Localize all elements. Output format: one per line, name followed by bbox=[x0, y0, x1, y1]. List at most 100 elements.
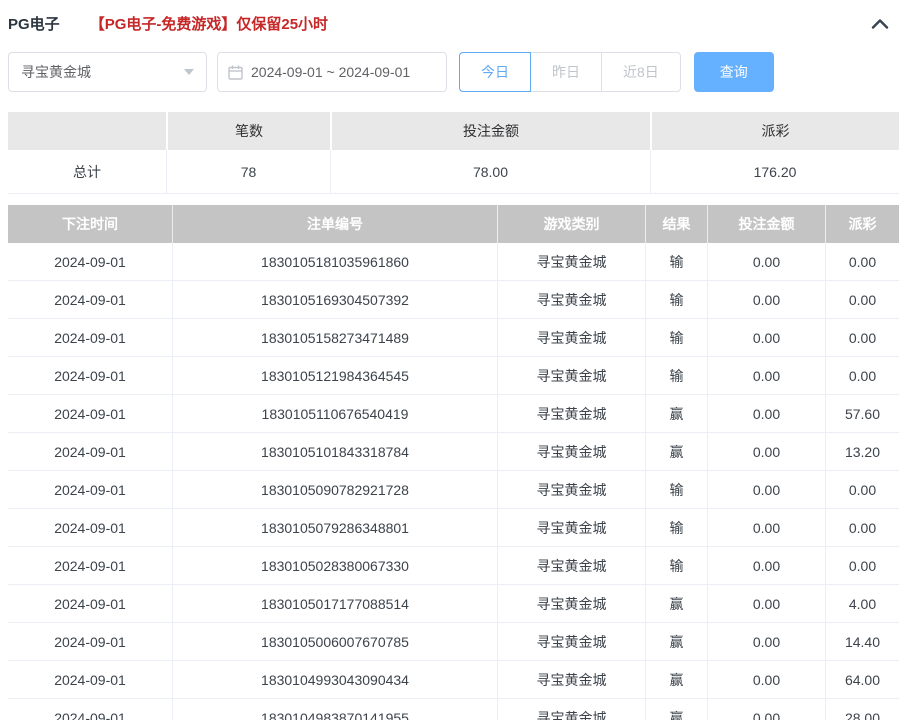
cell-order-id: 1830104993043090434 bbox=[172, 661, 497, 698]
cell-order-id: 1830105028380067330 bbox=[172, 547, 497, 584]
calendar-icon bbox=[228, 65, 243, 80]
cell-payout: 4.00 bbox=[825, 585, 899, 622]
cell-bet-time: 2024-09-01 bbox=[8, 661, 172, 698]
records-header-result: 结果 bbox=[645, 205, 707, 243]
table-row: 2024-09-01 1830105169304507392 寻宝黄金城 输 0… bbox=[8, 281, 899, 319]
cell-bet-time: 2024-09-01 bbox=[8, 509, 172, 546]
cell-order-id: 1830105110676540419 bbox=[172, 395, 497, 432]
table-row: 2024-09-01 1830105090782921728 寻宝黄金城 输 0… bbox=[8, 471, 899, 509]
search-button[interactable]: 查询 bbox=[694, 52, 774, 92]
table-row: 2024-09-01 1830105079286348801 寻宝黄金城 输 0… bbox=[8, 509, 899, 547]
panel-header: PG电子 【PG电子-免费游戏】仅保留25小时 bbox=[8, 12, 899, 34]
cell-game-type: 寻宝黄金城 bbox=[497, 585, 645, 622]
cell-result: 输 bbox=[645, 547, 707, 584]
cell-game-type: 寻宝黄金城 bbox=[497, 623, 645, 660]
cell-payout: 14.40 bbox=[825, 623, 899, 660]
cell-order-id: 1830105181035961860 bbox=[172, 243, 497, 280]
cell-result: 赢 bbox=[645, 585, 707, 622]
summary-header-payout: 派彩 bbox=[650, 112, 899, 150]
cell-payout: 0.00 bbox=[825, 281, 899, 318]
records-header-payout: 派彩 bbox=[825, 205, 899, 243]
table-row: 2024-09-01 1830104993043090434 寻宝黄金城 赢 0… bbox=[8, 661, 899, 699]
cell-payout: 0.00 bbox=[825, 471, 899, 508]
cell-payout: 0.00 bbox=[825, 319, 899, 356]
cell-result: 赢 bbox=[645, 661, 707, 698]
cell-bet-amount: 0.00 bbox=[707, 509, 825, 546]
table-row: 2024-09-01 1830105101843318784 寻宝黄金城 赢 0… bbox=[8, 433, 899, 471]
cell-result: 赢 bbox=[645, 433, 707, 470]
caret-down-icon bbox=[184, 69, 194, 75]
total-payout: 176.20 bbox=[650, 150, 899, 193]
table-row: 2024-09-01 1830105017177088514 寻宝黄金城 赢 0… bbox=[8, 585, 899, 623]
summary-total-row: 总计 78 78.00 176.20 bbox=[8, 150, 899, 194]
summary-header-blank bbox=[8, 112, 166, 150]
cell-game-type: 寻宝黄金城 bbox=[497, 433, 645, 470]
cell-result: 输 bbox=[645, 319, 707, 356]
game-select[interactable]: 寻宝黄金城 bbox=[8, 52, 207, 92]
records-header-row: 下注时间 注单编号 游戏类别 结果 投注金额 派彩 bbox=[8, 205, 899, 243]
pg-records-panel: PG电子 【PG电子-免费游戏】仅保留25小时 寻宝黄金城 2024-09-01… bbox=[0, 0, 907, 720]
cell-bet-time: 2024-09-01 bbox=[8, 433, 172, 470]
table-row: 2024-09-01 1830105110676540419 寻宝黄金城 赢 0… bbox=[8, 395, 899, 433]
cell-bet-amount: 0.00 bbox=[707, 661, 825, 698]
cell-result: 输 bbox=[645, 281, 707, 318]
cell-payout: 28.00 bbox=[825, 699, 899, 720]
total-bet-amount: 78.00 bbox=[330, 150, 650, 193]
summary-table: 笔数 投注金额 派彩 总计 78 78.00 176.20 bbox=[8, 112, 899, 194]
cell-bet-time: 2024-09-01 bbox=[8, 547, 172, 584]
cell-order-id: 1830105006007670785 bbox=[172, 623, 497, 660]
cell-order-id: 1830105079286348801 bbox=[172, 509, 497, 546]
cell-game-type: 寻宝黄金城 bbox=[497, 357, 645, 394]
cell-payout: 0.00 bbox=[825, 509, 899, 546]
quick-button-yesterday[interactable]: 昨日 bbox=[530, 52, 602, 92]
collapse-button[interactable] bbox=[871, 18, 889, 29]
quick-button-last8days[interactable]: 近8日 bbox=[601, 52, 681, 92]
cell-payout: 13.20 bbox=[825, 433, 899, 470]
cell-bet-amount: 0.00 bbox=[707, 585, 825, 622]
cell-bet-amount: 0.00 bbox=[707, 281, 825, 318]
table-row: 2024-09-01 1830104983870141955 寻宝黄金城 赢 0… bbox=[8, 699, 899, 720]
table-row: 2024-09-01 1830105121984364545 寻宝黄金城 输 0… bbox=[8, 357, 899, 395]
summary-header-bet-amount: 投注金额 bbox=[330, 112, 650, 150]
cell-result: 输 bbox=[645, 509, 707, 546]
total-count: 78 bbox=[166, 150, 330, 193]
records-header-order-id: 注单编号 bbox=[172, 205, 497, 243]
cell-bet-time: 2024-09-01 bbox=[8, 699, 172, 720]
cell-result: 输 bbox=[645, 357, 707, 394]
cell-game-type: 寻宝黄金城 bbox=[497, 699, 645, 720]
cell-result: 赢 bbox=[645, 623, 707, 660]
total-label: 总计 bbox=[8, 150, 166, 193]
date-range-value: 2024-09-01 ~ 2024-09-01 bbox=[251, 64, 410, 80]
cell-payout: 57.60 bbox=[825, 395, 899, 432]
cell-bet-time: 2024-09-01 bbox=[8, 357, 172, 394]
cell-game-type: 寻宝黄金城 bbox=[497, 243, 645, 280]
cell-game-type: 寻宝黄金城 bbox=[497, 281, 645, 318]
cell-game-type: 寻宝黄金城 bbox=[497, 471, 645, 508]
cell-result: 赢 bbox=[645, 699, 707, 720]
game-select-value: 寻宝黄金城 bbox=[21, 62, 91, 82]
cell-order-id: 1830105121984364545 bbox=[172, 357, 497, 394]
quick-button-today[interactable]: 今日 bbox=[459, 52, 531, 92]
table-row: 2024-09-01 1830105028380067330 寻宝黄金城 输 0… bbox=[8, 547, 899, 585]
cell-bet-amount: 0.00 bbox=[707, 395, 825, 432]
date-range-input[interactable]: 2024-09-01 ~ 2024-09-01 bbox=[217, 52, 447, 92]
chevron-up-icon bbox=[871, 18, 889, 29]
table-row: 2024-09-01 1830105181035961860 寻宝黄金城 输 0… bbox=[8, 243, 899, 281]
summary-header-count: 笔数 bbox=[166, 112, 330, 150]
cell-bet-time: 2024-09-01 bbox=[8, 319, 172, 356]
table-row: 2024-09-01 1830105158273471489 寻宝黄金城 输 0… bbox=[8, 319, 899, 357]
cell-payout: 0.00 bbox=[825, 547, 899, 584]
cell-payout: 0.00 bbox=[825, 243, 899, 280]
cell-bet-amount: 0.00 bbox=[707, 357, 825, 394]
records-header-bet-time: 下注时间 bbox=[8, 205, 172, 243]
cell-payout: 64.00 bbox=[825, 661, 899, 698]
cell-game-type: 寻宝黄金城 bbox=[497, 509, 645, 546]
cell-bet-amount: 0.00 bbox=[707, 319, 825, 356]
cell-order-id: 1830105169304507392 bbox=[172, 281, 497, 318]
records-table: 下注时间 注单编号 游戏类别 结果 投注金额 派彩 2024-09-01 183… bbox=[8, 205, 899, 720]
retention-notice: 【PG电子-免费游戏】仅保留25小时 bbox=[90, 13, 328, 34]
cell-order-id: 1830104983870141955 bbox=[172, 699, 497, 720]
records-header-game-type: 游戏类别 bbox=[497, 205, 645, 243]
table-row: 2024-09-01 1830105006007670785 寻宝黄金城 赢 0… bbox=[8, 623, 899, 661]
cell-result: 输 bbox=[645, 243, 707, 280]
